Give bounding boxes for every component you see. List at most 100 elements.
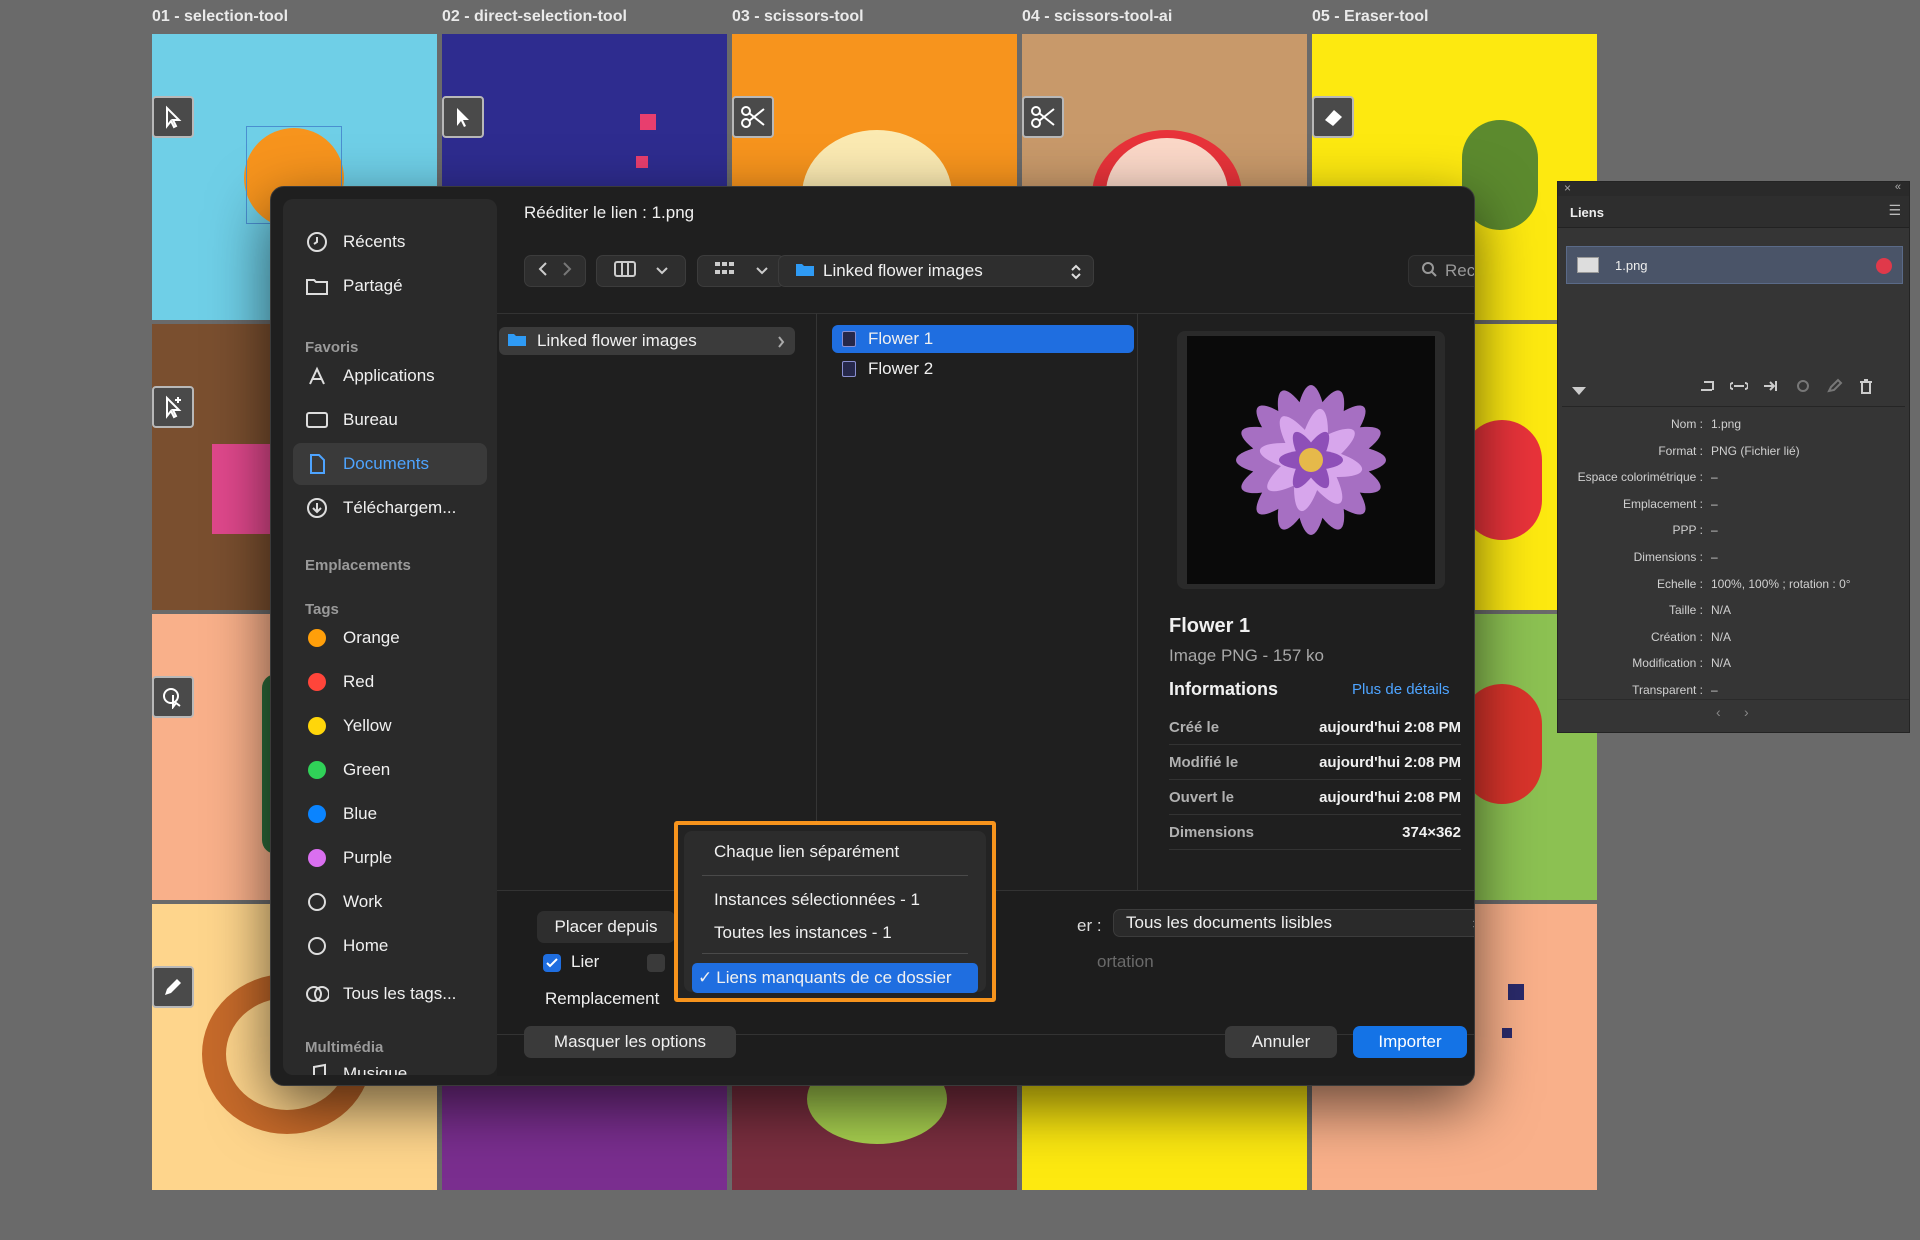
view-mode-button[interactable] <box>596 255 686 287</box>
column-files: Flower 1 Flower 2 <box>817 313 1137 890</box>
info-key: Dimensions <box>1169 824 1255 841</box>
column-folders: Linked flower images <box>497 313 817 890</box>
cancel-button[interactable]: Annuler <box>1225 1026 1337 1058</box>
sidebar-item-label: Bureau <box>343 410 398 429</box>
sidebar-item-tag[interactable]: Orange <box>293 617 487 659</box>
sidebar-item-tag[interactable]: Green <box>293 749 487 791</box>
menu-item-label: Liens manquants de ce dossier <box>716 968 952 987</box>
chevron-left-icon[interactable]: ‹ <box>1716 704 1721 720</box>
link-name: 1.png <box>1615 258 1648 273</box>
shape-builder-icon <box>152 676 194 718</box>
link-prop-value: N/A <box>1711 603 1732 618</box>
format-popup[interactable]: Tous les documents lisibles <box>1113 909 1474 937</box>
info-row: Ouvert le aujourd'hui 2:08 PM <box>1169 781 1461 815</box>
sidebar-item-tag[interactable]: Blue <box>293 793 487 835</box>
sidebar-item-documents[interactable]: Documents <box>293 443 487 485</box>
hide-options-button[interactable]: Masquer les options <box>524 1026 736 1058</box>
artboard-label: 02 - direct-selection-tool <box>442 8 627 25</box>
sidebar-item-tag[interactable]: Work <box>293 881 487 923</box>
chevron-right-icon[interactable] <box>562 261 572 282</box>
menu-item-all-instances[interactable]: Toutes les instances - 1 <box>692 918 978 948</box>
link-prop-value: N/A <box>1711 656 1732 671</box>
column-divider <box>1137 313 1138 890</box>
group-button[interactable] <box>697 255 785 287</box>
collapse-icon[interactable]: « <box>1895 181 1901 193</box>
close-icon[interactable]: × <box>1564 181 1571 195</box>
more-details-link[interactable]: Plus de détails <box>1352 681 1450 698</box>
sidebar-item-desktop[interactable]: Bureau <box>293 399 487 441</box>
chevron-right-icon[interactable]: › <box>1744 704 1749 720</box>
relink-from-cc-icon[interactable] <box>1698 378 1716 399</box>
link-prop-value: – <box>1711 470 1718 485</box>
sidebar-item-tag[interactable]: Purple <box>293 837 487 879</box>
chevron-right-icon <box>777 334 785 354</box>
sidebar-item-recents[interactable]: Récents <box>293 221 487 263</box>
search-field[interactable]: Rechercher <box>1408 255 1474 287</box>
chevron-left-icon[interactable] <box>538 261 548 282</box>
link-row[interactable]: 1.png <box>1566 246 1903 284</box>
folder-icon <box>795 261 815 282</box>
link-prop-key: Dimensions : <box>1633 550 1703 564</box>
artboard-label: 04 - scissors-tool-ai <box>1022 8 1173 25</box>
sidebar-item-label: Red <box>343 672 375 691</box>
info-value: 374×362 <box>1402 824 1461 841</box>
link-prop-key: Echelle : <box>1656 576 1703 591</box>
edit-original-icon[interactable] <box>1826 378 1844 399</box>
panel-tabbar: Liens ☰ <box>1558 196 1909 228</box>
sidebar-item-label: Blue <box>343 804 378 823</box>
link-prop-key: Emplacement : <box>1622 496 1703 511</box>
flower-thumbnail <box>1187 336 1435 584</box>
folder-icon <box>507 331 527 352</box>
music-note-icon <box>305 1062 329 1075</box>
sidebar-item-label: Musique <box>343 1064 408 1075</box>
sidebar-item-all-tags[interactable]: Tous les tags... <box>293 973 487 1015</box>
location-popup[interactable]: Linked flower images <box>778 255 1094 287</box>
sidebar-item-shared[interactable]: Partagé <box>293 265 487 307</box>
relink-icon[interactable] <box>1729 378 1749 399</box>
panel-tab-links[interactable]: Liens <box>1570 205 1604 220</box>
disclosure-triangle-icon[interactable] <box>1572 387 1586 395</box>
shared-folder-icon <box>305 274 329 298</box>
goto-link-icon[interactable] <box>1762 378 1780 399</box>
tag-ring-icon <box>305 934 329 958</box>
file-row[interactable]: Flower 2 <box>832 355 1134 383</box>
trash-icon[interactable] <box>1858 378 1874 399</box>
checkbox[interactable] <box>647 954 665 972</box>
sidebar-item-tag[interactable]: Yellow <box>293 705 487 747</box>
place-from-button[interactable]: Placer depuis <box>537 911 675 943</box>
sidebar-item-music[interactable]: Musique <box>293 1053 487 1075</box>
link-prop-key: PPP : <box>1672 523 1703 538</box>
sidebar-item-label: Orange <box>343 628 400 647</box>
button-label: Placer depuis <box>554 917 658 936</box>
sidebar-item-tag[interactable]: Home <box>293 925 487 967</box>
emplacements-heading: Emplacements <box>305 557 411 574</box>
folder-row[interactable]: Linked flower images <box>499 327 795 355</box>
menu-item-selected-instances[interactable]: Instances sélectionnées - 1 <box>692 885 978 915</box>
hexagons-shape <box>212 444 272 534</box>
update-link-icon[interactable] <box>1794 378 1812 399</box>
tag-color-dot-icon <box>305 714 329 738</box>
menu-item-each-link[interactable]: Chaque lien séparément <box>692 837 978 867</box>
sidebar-item-applications[interactable]: Applications <box>293 355 487 397</box>
replacement-label: Remplacement <box>545 989 660 1008</box>
sidebar-item-downloads[interactable]: Téléchargem... <box>293 487 487 529</box>
column-view-icon <box>614 260 636 282</box>
menu-item-missing-links-folder[interactable]: ✓ Liens manquants de ce dossier <box>692 963 978 993</box>
all-tags-icon <box>305 982 329 1006</box>
import-button[interactable]: Importer <box>1353 1026 1467 1058</box>
file-row[interactable]: Flower 1 <box>832 325 1134 353</box>
info-heading: Informations <box>1169 679 1279 699</box>
updown-chevron-icon <box>1473 916 1474 937</box>
missing-link-icon <box>1876 258 1892 274</box>
tag-color-dot-icon <box>305 802 329 826</box>
menu-item-label: Instances sélectionnées - 1 <box>714 890 921 909</box>
artboard-label: 05 - Eraser-tool <box>1312 8 1429 25</box>
sidebar-item-tag[interactable]: Red <box>293 661 487 703</box>
panel-menu-icon[interactable]: ☰ <box>1888 202 1901 219</box>
checkmark-icon: ✓ <box>698 968 713 987</box>
back-forward-buttons[interactable] <box>524 255 586 287</box>
link-checkbox[interactable] <box>543 954 561 972</box>
file-label: Flower 2 <box>868 359 934 378</box>
dialog-title: Rééditer le lien : 1.png <box>524 203 695 222</box>
favoris-heading: Favoris <box>305 339 359 356</box>
